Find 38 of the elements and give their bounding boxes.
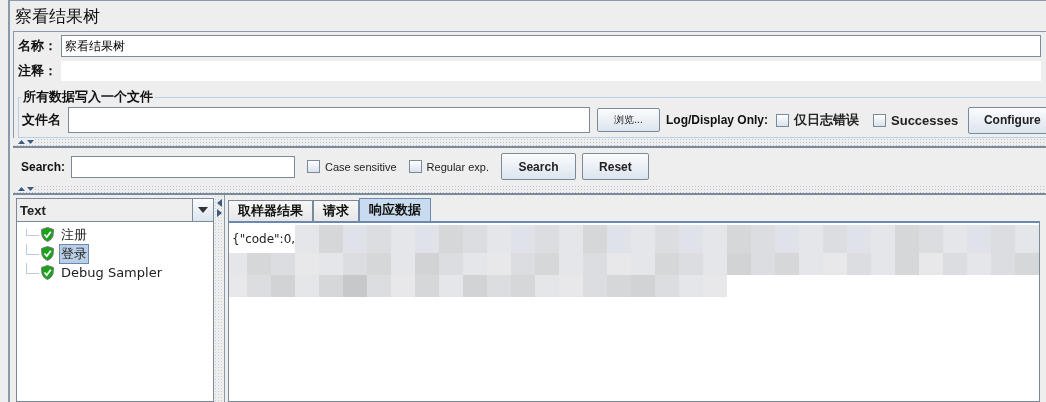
checkbox[interactable] [307, 160, 321, 173]
log-display-label: Log/Display Only: [666, 113, 768, 127]
tree-item[interactable]: 注册 [60, 225, 88, 244]
checkbox-label: Regular exp. [426, 160, 489, 173]
tab[interactable]: 响应数据 [359, 198, 431, 221]
tab[interactable]: 取样器结果 [228, 200, 313, 221]
search-label: Search: [21, 159, 66, 174]
field-label: 文件名 [21, 111, 62, 129]
shield-check-icon [41, 227, 54, 242]
collapse-left-icon[interactable] [216, 199, 222, 207]
checkbox-label: 仅日志错误 [794, 111, 859, 129]
field-label: 名称： [17, 37, 58, 55]
tab[interactable]: 请求 [313, 200, 359, 221]
response-text: {"code":0, [232, 232, 296, 246]
checkbox-label: Successes [891, 112, 959, 128]
filename-field[interactable] [68, 107, 590, 133]
tree-item[interactable]: Debug Sampler [60, 265, 163, 280]
shield-check-icon [41, 265, 54, 280]
splitter-arrows-icon[interactable] [13, 186, 35, 192]
browse-button[interactable]: 浏览... [597, 108, 660, 132]
checkbox[interactable] [408, 160, 422, 173]
expand-right-icon[interactable] [216, 209, 222, 217]
tree-item[interactable]: 登录 [60, 244, 88, 263]
name-field[interactable]: 察看结果树 [61, 35, 1041, 57]
search-button[interactable]: Search [500, 153, 576, 180]
configure-button[interactable]: Configure [968, 106, 1046, 134]
field-label: 注释： [17, 62, 58, 80]
dropdown-arrow-icon [198, 207, 208, 213]
checkbox[interactable] [873, 113, 886, 127]
panel-title: 察看结果树 [14, 6, 101, 28]
checkbox[interactable] [776, 113, 789, 127]
renderer-dropdown[interactable]: Text [16, 198, 214, 222]
shield-check-icon [41, 246, 54, 261]
group-title: 所有数据写入一个文件 [22, 88, 154, 106]
search-field[interactable] [71, 155, 296, 178]
splitter-arrows-icon[interactable] [13, 139, 35, 145]
checkbox-label: Case sensitive [325, 160, 397, 173]
reset-button[interactable]: Reset [581, 153, 649, 180]
